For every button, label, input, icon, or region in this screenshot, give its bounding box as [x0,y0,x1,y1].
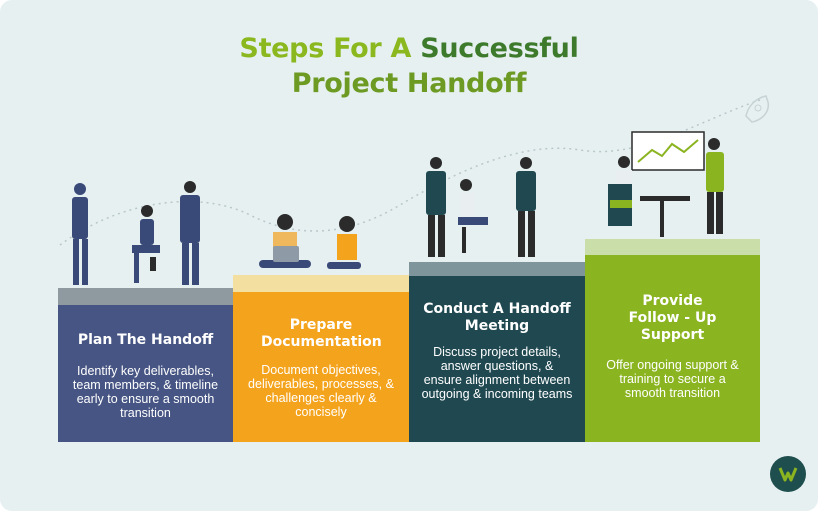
support-illustration [608,131,724,237]
step-4-desc: Offer ongoing support & training to secu… [606,358,739,400]
step-4-cap-fill [585,239,760,255]
step-4-title: Provide Follow - Up Support [628,293,717,343]
step-3-desc: Discuss project details, answer question… [421,345,573,401]
page-title-line1: Steps For A Successful [239,33,579,64]
brand-logo-icon [770,456,806,492]
step-2-title: Prepare Documentation [261,317,382,350]
step-3-cap-fill [409,262,585,276]
infographic-card: Steps For A Successful Project Handoff P [0,0,818,511]
step-2-cap-fill [233,275,409,292]
step-2-desc: Document objectives, deliverables, proce… [248,363,394,419]
step-1-cap [58,288,233,305]
step-3-cap [409,262,585,276]
step-1-title: Plan The Handoff [77,332,214,348]
step-4-cap [585,239,760,255]
step-2-box: Prepare Documentation Document objective… [233,292,409,442]
step-3-box: Conduct A Handoff Meeting Discuss projec… [409,276,585,442]
page-title-line2: Project Handoff [291,68,527,99]
meeting-illustration [426,157,536,257]
rocket-icon [745,95,770,123]
team-planning-illustration [72,181,200,285]
step-1-cap-fill [58,288,233,305]
step-4-box: Provide Follow - Up Support Offer ongoin… [585,255,760,442]
step-1-box: Plan The Handoff Identify key deliverabl… [58,305,233,442]
step-3-title: Conduct A Handoff Meeting [423,301,571,334]
step-2-cap [233,275,409,292]
step-1-desc: Identify key deliverables, team members,… [72,364,219,420]
